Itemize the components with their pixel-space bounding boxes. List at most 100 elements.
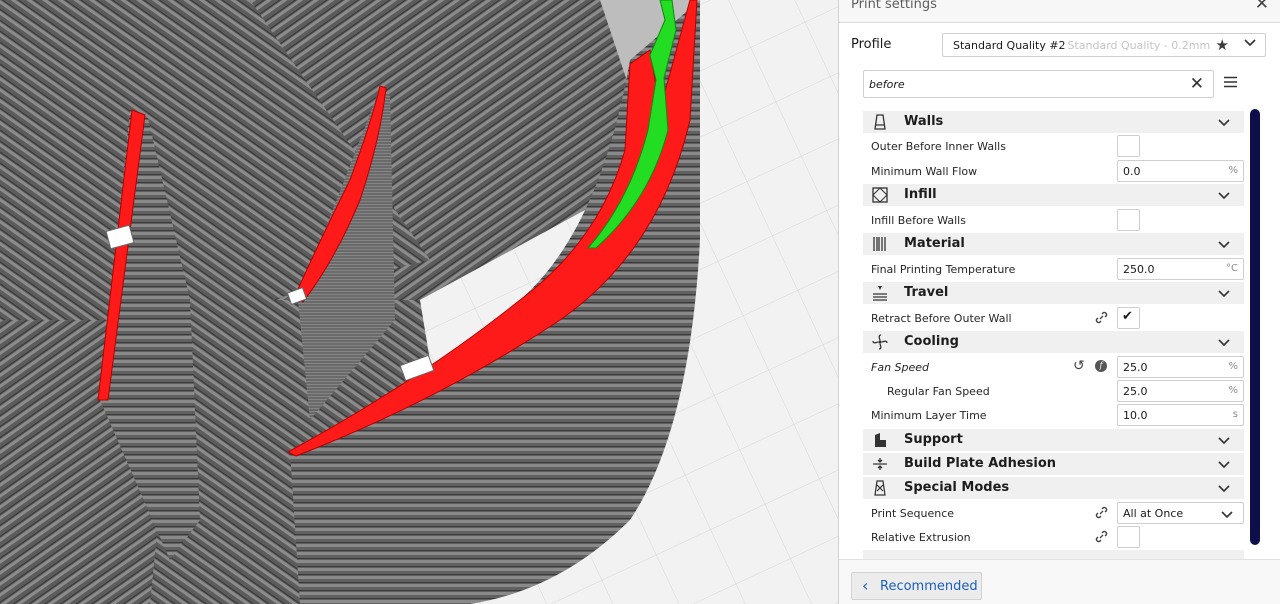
category-special-modes[interactable]: Special Modes <box>863 477 1244 499</box>
setting-regular-fan-speed: Regular Fan Speed 25.0 % <box>863 379 1244 403</box>
input-unit: s <box>1232 409 1238 420</box>
minimum-wall-flow-input[interactable]: 0.0 % <box>1117 160 1244 182</box>
input-value[interactable]: 25.0 <box>1123 385 1148 398</box>
category-cooling[interactable]: Cooling <box>863 331 1244 353</box>
travel-icon <box>873 286 887 301</box>
reset-icon[interactable]: ↺ <box>1073 358 1085 374</box>
link-icon[interactable] <box>1095 506 1108 519</box>
star-icon[interactable]: ★ <box>1216 36 1229 54</box>
category-label: Cooling <box>904 334 959 349</box>
setting-label: Final Printing Temperature <box>871 263 1016 276</box>
category-label: Material <box>904 236 965 251</box>
check-icon: ✔ <box>1122 309 1133 324</box>
input-value[interactable]: 0.0 <box>1123 165 1141 178</box>
setting-label: Print Sequence <box>871 507 955 520</box>
category-label: Special Modes <box>904 480 1010 495</box>
setting-relative-extrusion: Relative Extrusion <box>863 525 1244 549</box>
setting-label: Relative Extrusion <box>871 531 971 544</box>
input-unit: % <box>1228 361 1238 372</box>
relative-extrusion-checkbox[interactable] <box>1117 526 1140 548</box>
profile-label: Profile <box>851 37 892 52</box>
profile-subtitle: - Standard Quality - 0.2mm <box>1060 39 1211 52</box>
print-sequence-dropdown[interactable]: All at Once <box>1117 502 1244 524</box>
search-input[interactable]: before ✕ <box>863 70 1214 98</box>
setting-print-sequence: Print Sequence All at Once <box>863 501 1244 525</box>
outer-before-inner-checkbox[interactable] <box>1117 135 1140 157</box>
setting-outer-before-inner-walls: Outer Before Inner Walls <box>863 134 1244 158</box>
setting-minimum-wall-flow: Minimum Wall Flow 0.0 % <box>863 159 1244 183</box>
setting-label: Fan Speed <box>871 361 930 374</box>
chevron-down-icon <box>1218 339 1230 347</box>
category-label: Walls <box>904 114 944 129</box>
chevron-down-icon <box>1218 437 1230 445</box>
chevron-down-icon <box>1218 290 1230 298</box>
retract-before-outer-wall-checkbox[interactable]: ✔ <box>1117 307 1140 329</box>
infill-before-walls-checkbox[interactable] <box>1117 209 1140 231</box>
3d-viewport[interactable] <box>0 0 838 604</box>
panel-title: Print settings <box>851 0 937 12</box>
chevron-down-icon <box>1218 241 1230 249</box>
setting-minimum-layer-time: Minimum Layer Time 10.0 s <box>863 403 1244 427</box>
search-value[interactable]: before <box>869 78 905 91</box>
material-icon <box>873 237 886 251</box>
category-label: Build Plate Adhesion <box>904 456 1057 471</box>
minimum-layer-time-input[interactable]: 10.0 s <box>1117 404 1244 426</box>
category-infill[interactable]: Infill <box>863 184 1244 206</box>
category-label: Infill <box>904 187 937 202</box>
setting-label: Minimum Layer Time <box>871 409 987 422</box>
setting-label: Minimum Wall Flow <box>871 165 978 178</box>
input-value[interactable]: 10.0 <box>1123 409 1148 422</box>
category-build-plate-adhesion[interactable]: Build Plate Adhesion <box>863 453 1244 475</box>
recommended-label: Recommended <box>880 579 978 594</box>
input-unit: % <box>1228 385 1238 396</box>
build-plate-adhesion-icon <box>873 458 887 470</box>
setting-label: Retract Before Outer Wall <box>871 312 1012 325</box>
chevron-down-icon <box>1218 461 1230 469</box>
setting-label: Regular Fan Speed <box>887 385 990 398</box>
settings-list[interactable]: Walls Outer Before Inner Walls Minimum W… <box>863 109 1244 559</box>
clear-search-icon[interactable]: ✕ <box>1190 74 1204 94</box>
print-settings-panel: Print settings ✕ Profile Standard Qualit… <box>838 0 1280 604</box>
profile-dropdown[interactable]: Standard Quality #2 - Standard Quality -… <box>942 33 1266 57</box>
chevron-down-icon <box>1221 511 1233 519</box>
setting-label: Infill Before Walls <box>871 214 966 227</box>
support-icon <box>875 433 886 447</box>
input-value[interactable]: 250.0 <box>1123 263 1155 276</box>
setting-fan-speed: Fan Speed ↺ f 25.0 % <box>863 355 1244 379</box>
final-printing-temperature-input[interactable]: 250.0 °C <box>1117 258 1244 280</box>
settings-scrollbar[interactable] <box>1250 109 1260 545</box>
input-unit: °C <box>1226 263 1238 274</box>
setting-label: Outer Before Inner Walls <box>871 140 1006 153</box>
walls-icon <box>874 114 886 130</box>
setting-infill-before-walls: Infill Before Walls <box>863 208 1244 232</box>
recommended-button[interactable]: ‹ Recommended <box>851 572 982 600</box>
dropdown-value: All at Once <box>1123 507 1184 520</box>
chevron-down-icon <box>1218 485 1230 493</box>
setting-retract-before-outer-wall: Retract Before Outer Wall ✔ <box>863 306 1244 330</box>
setting-final-printing-temperature: Final Printing Temperature 250.0 °C <box>863 257 1244 281</box>
special-modes-icon <box>874 480 886 496</box>
category-support[interactable]: Support <box>863 429 1244 451</box>
regular-fan-speed-input[interactable]: 25.0 % <box>1117 380 1244 402</box>
close-icon[interactable]: ✕ <box>1255 0 1269 14</box>
infill-icon <box>872 187 888 203</box>
input-value[interactable]: 25.0 <box>1123 361 1148 374</box>
chevron-down-icon <box>1218 119 1230 127</box>
category-material[interactable]: Material <box>863 233 1244 255</box>
link-icon[interactable] <box>1095 311 1108 324</box>
function-icon[interactable]: f <box>1095 360 1107 372</box>
link-icon[interactable] <box>1095 530 1108 543</box>
category-walls[interactable]: Walls <box>863 111 1244 133</box>
category-partially-visible[interactable] <box>863 550 1244 559</box>
scrollbar-thumb[interactable] <box>1250 109 1260 545</box>
layer-view-canvas[interactable] <box>0 0 838 604</box>
settings-menu-icon[interactable] <box>1224 76 1237 88</box>
fan-speed-input[interactable]: 25.0 % <box>1117 356 1244 378</box>
chevron-left-icon: ‹ <box>862 576 869 595</box>
input-unit: % <box>1228 165 1238 176</box>
cooling-icon <box>872 334 888 350</box>
chevron-down-icon <box>1218 192 1230 200</box>
chevron-down-icon <box>1244 39 1256 47</box>
category-travel[interactable]: Travel <box>863 282 1244 304</box>
panel-footer: ‹ Recommended <box>839 559 1280 604</box>
